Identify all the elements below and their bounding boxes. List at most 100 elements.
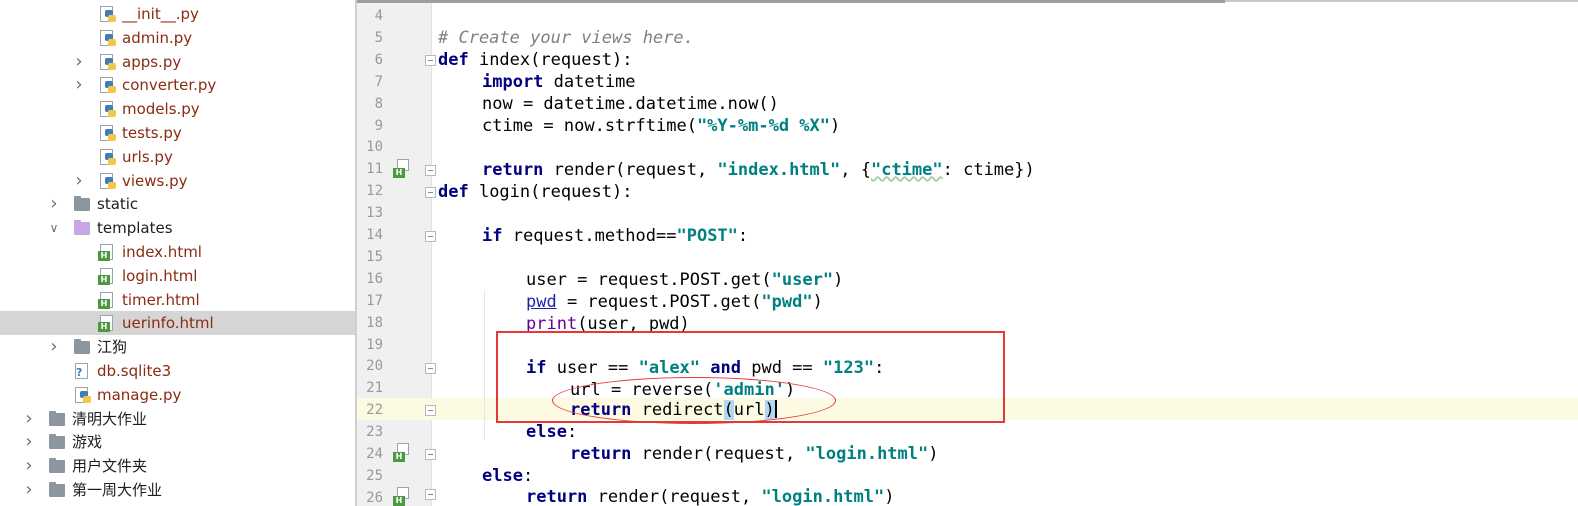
- fold-marker[interactable]: [425, 55, 436, 66]
- tree-item-label: tests.py: [122, 124, 182, 142]
- code-string: "ctime": [870, 160, 943, 180]
- code-line-12[interactable]: def login(request):: [438, 181, 632, 203]
- code-text: render(request,: [543, 160, 718, 180]
- tree-item[interactable]: › 第一周大作业: [0, 478, 355, 502]
- code-line-16[interactable]: user = request.POST.get("user"): [526, 269, 843, 291]
- tree-item[interactable]: › 清明大作业: [0, 407, 355, 431]
- tree-item-label: urls.py: [122, 147, 173, 166]
- tree-item-label: 清明大作业: [72, 409, 148, 428]
- code-text: ): [928, 444, 939, 464]
- code-line-26[interactable]: return render(request, "login.html"): [526, 486, 895, 506]
- line-number: 19: [366, 336, 383, 353]
- tree-item[interactable]: Htimer.html: [0, 288, 355, 312]
- code-string: "POST": [676, 226, 738, 246]
- code-string: "pwd": [761, 292, 813, 312]
- folder-icon: [73, 220, 91, 237]
- chevron-right-icon[interactable]: ›: [22, 407, 36, 431]
- code-line-17[interactable]: pwd = request.POST.get("pwd"): [526, 291, 823, 313]
- chevron-right-icon[interactable]: ›: [22, 454, 36, 478]
- code-line-7[interactable]: import datetime: [482, 71, 636, 93]
- tree-item[interactable]: › 江狗: [0, 335, 355, 359]
- code-keyword: return: [482, 160, 544, 180]
- code-line-24[interactable]: return render(request, "login.html"): [570, 443, 939, 465]
- python-file-icon: [73, 386, 91, 404]
- tree-item-label: static: [97, 195, 139, 214]
- tree-item[interactable]: ∨ templates: [0, 216, 355, 240]
- annotation-red-ellipse: [552, 377, 836, 424]
- chevron-right-icon[interactable]: ›: [47, 192, 61, 216]
- fold-marker[interactable]: [425, 449, 436, 460]
- code-keyword: import: [482, 72, 544, 92]
- fold-marker[interactable]: [425, 405, 436, 416]
- folder-icon: [73, 196, 91, 213]
- code-line-8[interactable]: now = datetime.datetime.now(): [482, 93, 779, 115]
- tree-item-label: models.py: [122, 100, 200, 119]
- chevron-right-icon[interactable]: ›: [72, 50, 86, 74]
- chevron-right-icon[interactable]: ›: [72, 73, 86, 97]
- tree-item[interactable]: › views.py: [0, 169, 355, 193]
- html-template-gutter-icon[interactable]: H: [392, 159, 414, 181]
- code-line-9[interactable]: ctime = now.strftime("%Y-%m-%d %X"): [482, 115, 840, 137]
- code-text: ): [830, 116, 841, 136]
- tree-item-label: 用户文件夹: [72, 457, 148, 476]
- line-number: 17: [366, 292, 383, 309]
- line-number: 8: [374, 95, 383, 112]
- code-line-11[interactable]: return render(request, "index.html", {"c…: [482, 159, 1035, 181]
- python-file-icon: [98, 29, 116, 47]
- fold-marker[interactable]: [425, 231, 436, 242]
- folder-icon: [73, 339, 91, 356]
- chevron-right-icon[interactable]: ›: [72, 169, 86, 193]
- tree-item[interactable]: Hindex.html: [0, 240, 355, 264]
- code-text: user = request.POST.get(: [526, 270, 772, 290]
- chevron-right-icon[interactable]: ›: [47, 335, 61, 359]
- chevron-right-icon[interactable]: ›: [22, 478, 36, 502]
- python-file-icon: [98, 125, 116, 142]
- tree-item-label: db.sqlite3: [97, 362, 172, 380]
- code-line-6[interactable]: def index(request):: [438, 49, 632, 71]
- code-line-5[interactable]: # Create your views here.: [438, 27, 694, 49]
- line-number: 18: [366, 314, 383, 331]
- code-string: "login.html": [805, 444, 929, 464]
- tree-item[interactable]: › 游戏: [0, 430, 355, 454]
- code-comment: # Create your views here.: [438, 28, 694, 48]
- tree-item[interactable]: manage.py: [0, 383, 355, 407]
- tree-item[interactable]: › apps.py: [0, 50, 355, 74]
- line-number: 9: [374, 117, 383, 134]
- folder-icon: [48, 458, 66, 475]
- fold-marker[interactable]: [425, 187, 436, 198]
- html-file-icon: H: [98, 267, 116, 285]
- tree-item[interactable]: admin.py: [0, 26, 355, 50]
- html-template-gutter-icon[interactable]: H: [392, 443, 414, 465]
- tree-item[interactable]: › 用户文件夹: [0, 454, 355, 478]
- chevron-down-icon[interactable]: ∨: [47, 216, 61, 240]
- code-line-14[interactable]: if request.method=="POST":: [482, 225, 748, 247]
- code-text: login(request):: [468, 182, 633, 202]
- tree-item[interactable]: models.py: [0, 97, 355, 121]
- database-file-icon: ?: [73, 363, 91, 380]
- tree-item[interactable]: ? db.sqlite3: [0, 359, 355, 383]
- code-keyword: else: [482, 466, 523, 486]
- code-text: : ctime}): [942, 160, 1035, 180]
- tree-item[interactable]: tests.py: [0, 121, 355, 145]
- python-file-icon: [98, 148, 116, 166]
- tree-item[interactable]: urls.py: [0, 145, 355, 169]
- code-line-25[interactable]: else:: [482, 465, 533, 487]
- fold-marker[interactable]: [425, 165, 436, 176]
- html-template-gutter-icon[interactable]: H: [392, 487, 414, 506]
- chevron-right-icon[interactable]: ›: [22, 430, 36, 454]
- tree-item[interactable]: __init__.py: [0, 2, 355, 26]
- folder-icon: [48, 434, 66, 451]
- tree-item[interactable]: › static: [0, 192, 355, 216]
- html-file-icon: H: [98, 244, 116, 261]
- code-line-23[interactable]: else:: [526, 421, 577, 443]
- line-number: 21: [366, 380, 383, 397]
- line-number: 25: [366, 467, 383, 484]
- tree-item[interactable]: › converter.py: [0, 73, 355, 97]
- line-number: 4: [374, 8, 383, 24]
- tree-item[interactable]: Hlogin.html: [0, 264, 355, 288]
- fold-marker[interactable]: [425, 363, 436, 374]
- fold-marker[interactable]: [425, 489, 436, 500]
- tree-item-label: index.html: [122, 243, 202, 261]
- tree-item[interactable]: Huerinfo.html: [0, 311, 355, 336]
- code-text: ): [833, 270, 844, 290]
